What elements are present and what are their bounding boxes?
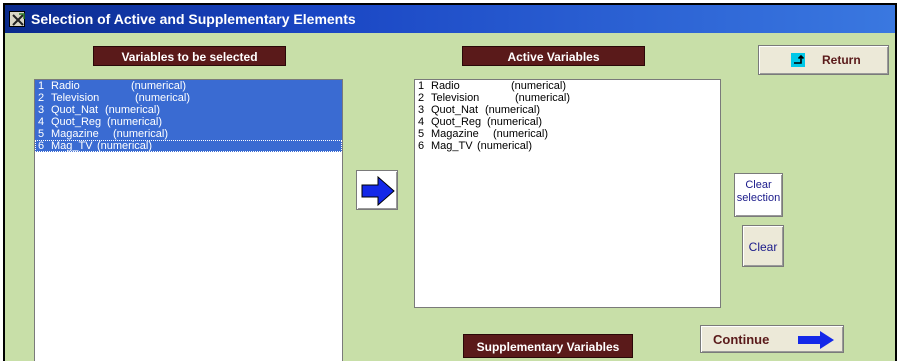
list-item[interactable]: 3 Quot_Nat (numerical) <box>35 104 342 116</box>
window-title: Selection of Active and Supplementary El… <box>31 11 356 27</box>
list-item[interactable]: 2 Television (numerical) <box>415 92 720 104</box>
list-item[interactable]: 6 Mag_TV (numerical) <box>35 140 342 152</box>
right-arrow-icon <box>798 331 834 349</box>
list-item[interactable]: 1 Radio (numerical) <box>35 80 342 92</box>
return-button[interactable]: Return <box>758 45 889 75</box>
list-item[interactable]: 5 Magazine (numerical) <box>35 128 342 140</box>
supplementary-panel-header: Supplementary Variables <box>463 334 633 358</box>
variables-to-select-list[interactable]: 1 Radio (numerical) 2 Television (numerical)… <box>34 79 343 361</box>
return-label: Return <box>822 53 861 67</box>
list-item[interactable]: 2 Television (numerical) <box>35 92 342 104</box>
dialog-window: Selection of Active and Supplementary El… <box>3 3 897 361</box>
list-item[interactable]: 3 Quot_Nat (numerical) <box>415 104 720 116</box>
left-panel-header: Variables to be selected <box>93 46 286 66</box>
list-item[interactable]: 6 Mag_TV (numerical) <box>415 140 720 152</box>
right-arrow-icon <box>361 175 395 207</box>
list-item[interactable]: 1 Radio (numerical) <box>415 80 720 92</box>
list-item[interactable]: 5 Magazine (numerical) <box>415 128 720 140</box>
add-to-active-button[interactable] <box>356 170 398 210</box>
list-item[interactable]: 4 Quot_Reg (numerical) <box>35 116 342 128</box>
return-arrow-icon <box>791 53 805 67</box>
active-panel-header: Active Variables <box>462 46 645 66</box>
title-bar: Selection of Active and Supplementary El… <box>5 5 895 33</box>
clear-selection-button[interactable]: Clear selection <box>734 173 783 217</box>
clear-button[interactable]: Clear <box>742 225 784 267</box>
continue-button[interactable]: Continue <box>700 325 844 353</box>
app-icon <box>9 11 25 27</box>
active-variables-list[interactable]: 1 Radio (numerical) 2 Television (numerical)… <box>414 79 721 308</box>
list-item[interactable]: 4 Quot_Reg (numerical) <box>415 116 720 128</box>
